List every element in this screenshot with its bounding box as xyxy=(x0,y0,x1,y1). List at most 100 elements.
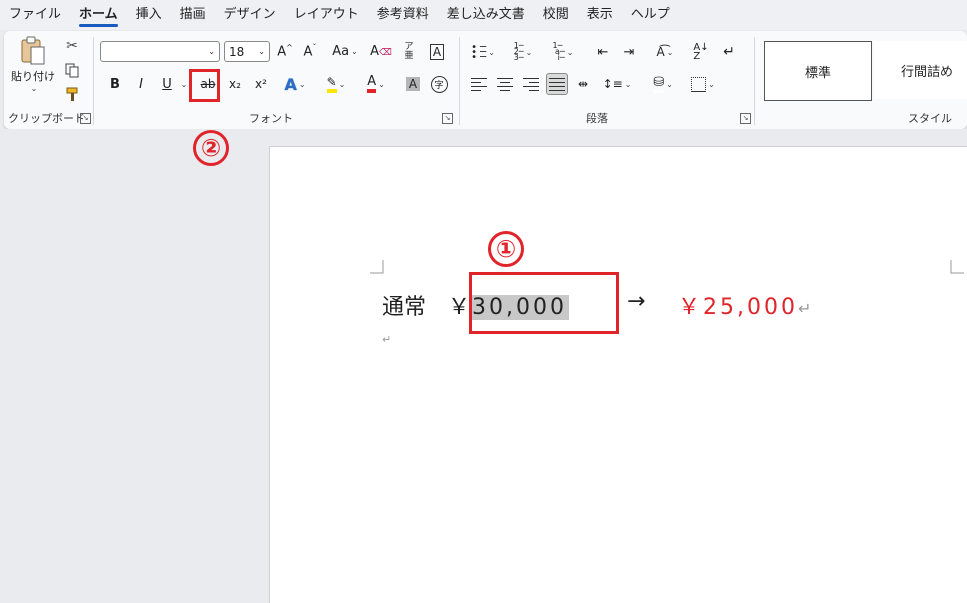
new-price-value: ￥25,000 xyxy=(678,295,798,320)
paste-icon xyxy=(21,36,45,64)
document-page[interactable]: 通常 ￥30,000 → ￥25,000↵ ↵ xyxy=(269,146,967,603)
paste-button[interactable]: 貼り付け ⌄ xyxy=(10,35,56,93)
line-spacing-button[interactable]: ↕≡ ⌄ xyxy=(600,73,634,95)
justify-button[interactable] xyxy=(546,73,568,95)
tab-draw[interactable]: 描画 xyxy=(171,0,215,30)
tab-design[interactable]: デザイン xyxy=(215,0,285,30)
grow-font-button[interactable]: A^ xyxy=(274,41,296,62)
sort-button[interactable]: A↓ Z xyxy=(690,41,712,63)
annotation-number-2: ② xyxy=(193,130,229,166)
bullets-button[interactable]: • ─ • ─ • ─ ⌄ xyxy=(466,41,500,63)
tab-file[interactable]: ファイル xyxy=(0,0,70,30)
subscript-button[interactable]: x₂ xyxy=(224,73,246,95)
tab-help[interactable]: ヘルプ xyxy=(622,0,679,30)
clear-formatting-icon: A⌫ xyxy=(370,44,392,59)
font-color-button[interactable]: A ⌄ xyxy=(360,73,392,95)
chevron-down-icon: ⌄ xyxy=(666,79,673,89)
grow-font-icon: A^ xyxy=(277,43,293,60)
numbering-button[interactable]: 1─ 2─ 3─ ⌄ xyxy=(506,41,540,63)
font-size-value: 18 xyxy=(229,44,245,59)
change-case-button[interactable]: Aa ⌄ xyxy=(328,41,362,62)
asian-layout-icon: A͡ xyxy=(656,45,665,59)
character-border-button[interactable]: A xyxy=(426,41,448,62)
tab-insert[interactable]: 挿入 xyxy=(127,0,171,30)
font-group-label: フォント xyxy=(249,112,293,125)
tab-view[interactable]: 表示 xyxy=(578,0,622,30)
paragraph-launcher-icon[interactable]: ↘ xyxy=(740,113,751,124)
highlighter-icon: ✎ xyxy=(326,75,337,93)
chevron-down-icon: ⌄ xyxy=(338,79,346,89)
tab-home[interactable]: ホーム xyxy=(70,0,127,30)
multilevel-list-button[interactable]: 1─ a─ i─ ⌄ xyxy=(546,41,580,63)
chevron-down-icon: ⌄ xyxy=(708,79,715,89)
clipboard-group: 貼り付け ⌄ ✂ クリップボード ↘ xyxy=(4,31,92,129)
chevron-down-icon: ⌄ xyxy=(566,47,574,57)
clipboard-group-label: クリップボード xyxy=(8,112,85,125)
styles-group: 標準 行間詰め スタイル xyxy=(756,31,967,129)
style-no-spacing[interactable]: 行間詰め xyxy=(874,41,967,99)
clear-formatting-button[interactable]: A⌫ xyxy=(370,41,392,62)
asian-layout-button[interactable]: A͡ ⌄ xyxy=(648,41,682,63)
paragraph-mark: ↵ xyxy=(382,333,392,346)
show-marks-button[interactable]: ↵ xyxy=(718,41,740,63)
bold-label: B xyxy=(110,76,120,92)
tab-review[interactable]: 校閲 xyxy=(534,0,578,30)
underline-dropdown[interactable]: ⌄ xyxy=(178,73,188,95)
chevron-down-icon: ⌄ xyxy=(30,83,38,93)
paragraph-group-label: 段落 xyxy=(586,112,608,125)
arrow-text: → xyxy=(627,289,646,314)
font-launcher-icon[interactable]: ↘ xyxy=(442,113,453,124)
copy-button[interactable] xyxy=(62,61,82,79)
scissors-icon: ✂ xyxy=(66,38,78,54)
align-right-button[interactable] xyxy=(520,73,542,95)
sort-icon: A↓ Z xyxy=(693,42,709,62)
decrease-indent-button[interactable]: ⇤ xyxy=(592,41,614,63)
menu-bar: ファイル ホーム 挿入 描画 デザイン レイアウト 参考資料 差し込み文書 校閲… xyxy=(0,0,967,30)
superscript-button[interactable]: x² xyxy=(250,73,272,95)
text-effects-button[interactable]: A ⌄ xyxy=(280,73,310,95)
font-color-icon: A xyxy=(367,75,377,93)
format-painter-button[interactable] xyxy=(62,85,82,103)
tab-mailings[interactable]: 差し込み文書 xyxy=(438,0,534,30)
font-size-select[interactable]: 18 ⌄ xyxy=(224,41,270,62)
character-shading-icon: A xyxy=(405,77,421,91)
cut-button[interactable]: ✂ xyxy=(62,37,82,55)
align-center-icon xyxy=(497,77,513,91)
phonetic-guide-button[interactable]: ア亜 xyxy=(398,41,420,62)
font-group: ⌄ 18 ⌄ A^ Aˇ Aa ⌄ A⌫ ア亜 A B I U ⌄ ab x₂ x… xyxy=(94,31,456,129)
align-center-button[interactable] xyxy=(494,73,516,95)
character-border-icon: A xyxy=(429,43,445,60)
paintbrush-icon xyxy=(66,87,77,101)
margin-corner-mark xyxy=(370,260,384,274)
clipboard-launcher-icon[interactable]: ↘ xyxy=(80,113,91,124)
style-normal[interactable]: 標準 xyxy=(764,41,872,101)
distributed-button[interactable]: ⇹ xyxy=(572,73,594,95)
character-shading-button[interactable]: A xyxy=(402,73,424,95)
align-left-button[interactable] xyxy=(468,73,490,95)
annotation-number-1: ① xyxy=(488,231,524,267)
underline-button[interactable]: U xyxy=(156,73,178,95)
chevron-down-icon: ⌄ xyxy=(666,47,674,57)
shrink-font-button[interactable]: Aˇ xyxy=(299,41,321,62)
tab-layout[interactable]: レイアウト xyxy=(285,0,368,30)
increase-indent-icon: ⇥ xyxy=(623,44,635,60)
enclose-characters-button[interactable]: 字 xyxy=(428,73,450,95)
italic-button[interactable]: I xyxy=(130,73,152,95)
margin-corner-mark xyxy=(950,260,964,274)
increase-indent-button[interactable]: ⇥ xyxy=(618,41,640,63)
line-spacing-icon: ↕≡ xyxy=(602,77,623,91)
bold-button[interactable]: B xyxy=(104,73,126,95)
paragraph-mark-icon: ↵ xyxy=(723,44,735,60)
highlight-color-button[interactable]: ✎ ⌄ xyxy=(320,73,352,95)
decrease-indent-icon: ⇤ xyxy=(597,44,609,60)
paragraph-mark: ↵ xyxy=(797,299,815,318)
shading-button[interactable]: ⛁ ⌄ xyxy=(646,73,680,95)
tab-references[interactable]: 参考資料 xyxy=(368,0,438,30)
font-name-select[interactable]: ⌄ xyxy=(100,41,220,62)
borders-button[interactable]: ⌄ xyxy=(686,73,720,95)
annotation-box-selection xyxy=(469,272,619,334)
change-case-label: Aa xyxy=(332,44,350,59)
borders-icon xyxy=(691,76,707,92)
italic-label: I xyxy=(139,76,143,92)
chevron-down-icon: ⌄ xyxy=(525,47,533,57)
